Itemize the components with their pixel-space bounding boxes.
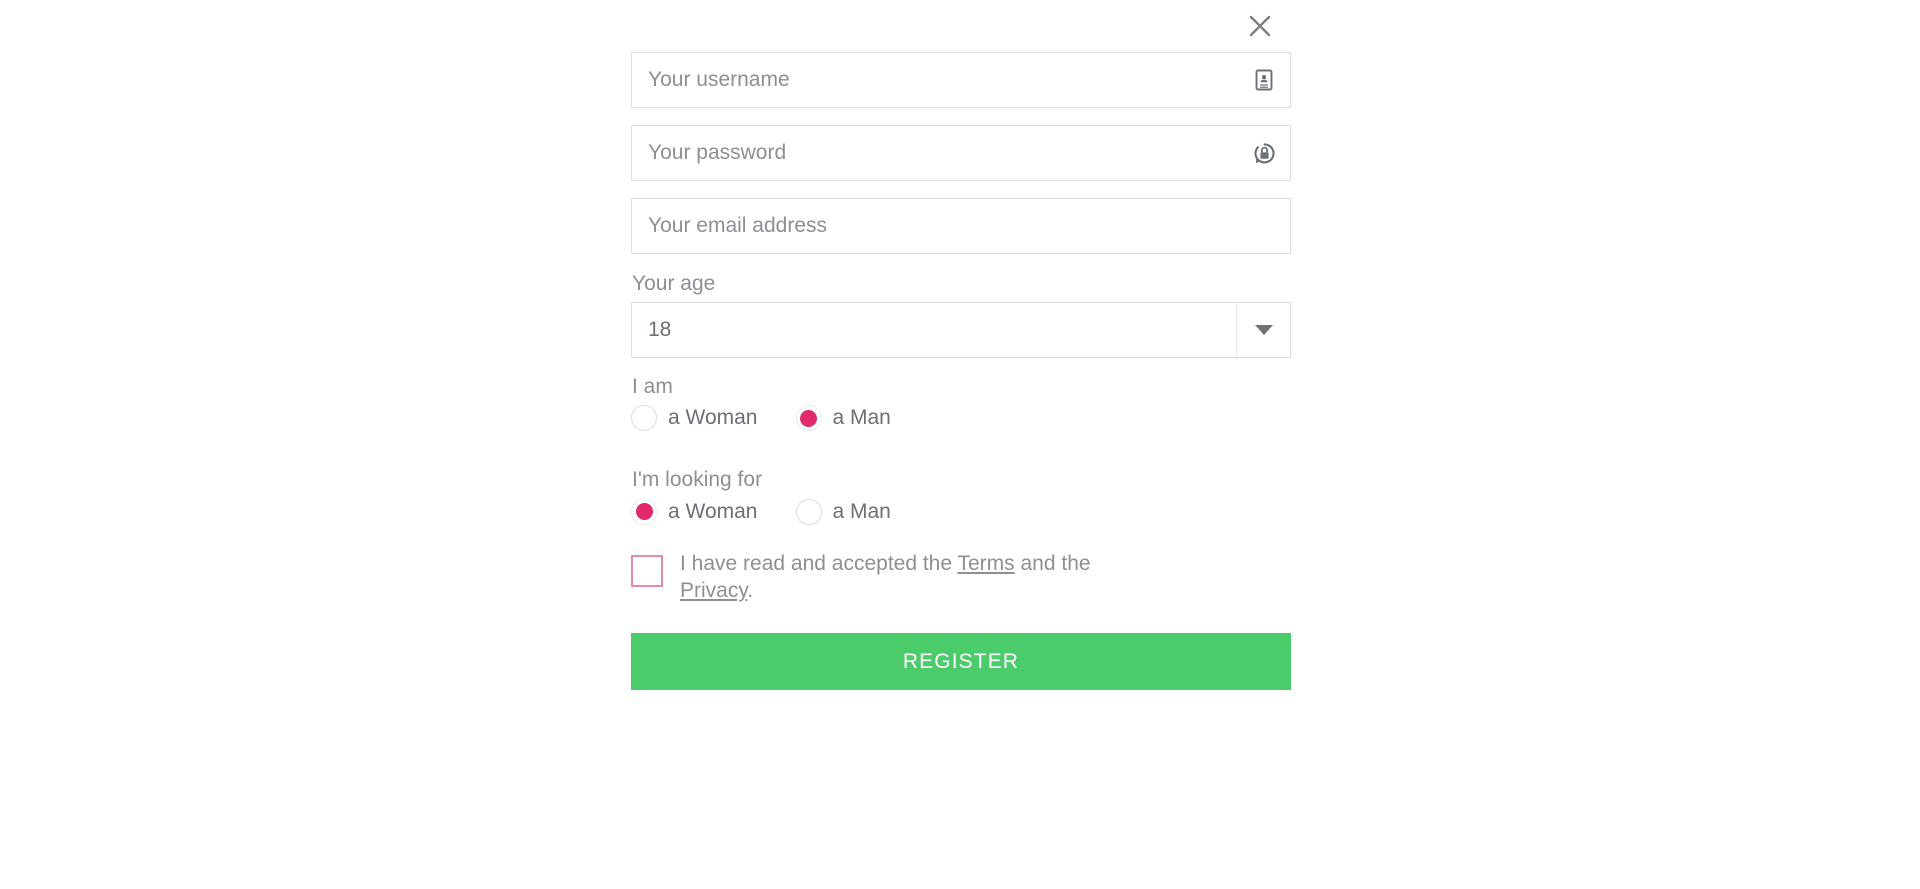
- terms-text-after: .: [747, 579, 754, 603]
- terms-checkbox[interactable]: [631, 554, 663, 587]
- age-selected-value: 18: [648, 318, 672, 342]
- radio-dot: [635, 503, 653, 521]
- registration-form: Your age 18 I am a Woman: [631, 52, 1291, 690]
- age-label: Your age: [632, 272, 716, 295]
- looking-for-option-man[interactable]: a Man: [795, 498, 891, 525]
- username-input[interactable]: [631, 52, 1291, 108]
- chevron-down-icon-glyph: [1254, 325, 1273, 336]
- terms-link[interactable]: Terms: [958, 552, 1015, 575]
- modal-header: [631, 0, 1291, 52]
- i-am-option-man-label: a Man: [832, 406, 891, 430]
- i-am-option-woman[interactable]: a Woman: [631, 405, 758, 432]
- registration-modal: Your age 18 I am a Woman: [631, 0, 1291, 889]
- radio-icon-selected: [631, 498, 657, 525]
- register-button[interactable]: REGISTER: [631, 633, 1291, 690]
- chevron-down-icon[interactable]: [1236, 303, 1290, 358]
- i-am-option-woman-label: a Woman: [668, 406, 758, 430]
- looking-for-label: I'm looking for: [632, 468, 763, 492]
- terms-row: I have read and accepted the Terms and t…: [631, 549, 1291, 605]
- age-select[interactable]: 18: [631, 302, 1291, 359]
- looking-for-option-woman-label: a Woman: [668, 499, 758, 523]
- email-input[interactable]: [631, 198, 1291, 254]
- i-am-label: I am: [632, 375, 673, 399]
- password-field-wrapper: [631, 125, 1291, 181]
- i-am-option-man[interactable]: a Man: [795, 405, 891, 432]
- looking-for-radio-group: a Woman a Man: [631, 498, 1291, 525]
- radio-icon-unselected: [631, 405, 657, 432]
- looking-for-option-woman[interactable]: a Woman: [631, 498, 758, 525]
- looking-for-option-man-label: a Man: [832, 499, 891, 523]
- password-input[interactable]: [631, 125, 1291, 181]
- username-field-wrapper: [631, 52, 1291, 108]
- radio-dot: [800, 409, 817, 427]
- email-field-wrapper: [631, 198, 1291, 254]
- privacy-link[interactable]: Privacy: [680, 579, 747, 602]
- terms-text-before: I have read and accepted the: [680, 551, 958, 575]
- radio-icon-selected: [795, 405, 822, 432]
- terms-text-middle: and the: [1014, 551, 1091, 575]
- page-root: Your age 18 I am a Woman: [0, 0, 1920, 889]
- i-am-radio-group: a Woman a Man: [631, 405, 1291, 432]
- close-icon[interactable]: [1241, 7, 1279, 45]
- age-select-wrapper: 18: [631, 302, 1291, 359]
- radio-icon-unselected: [795, 498, 822, 525]
- terms-text: I have read and accepted the Terms and t…: [680, 549, 1150, 605]
- close-icon-glyph: [1249, 15, 1271, 37]
